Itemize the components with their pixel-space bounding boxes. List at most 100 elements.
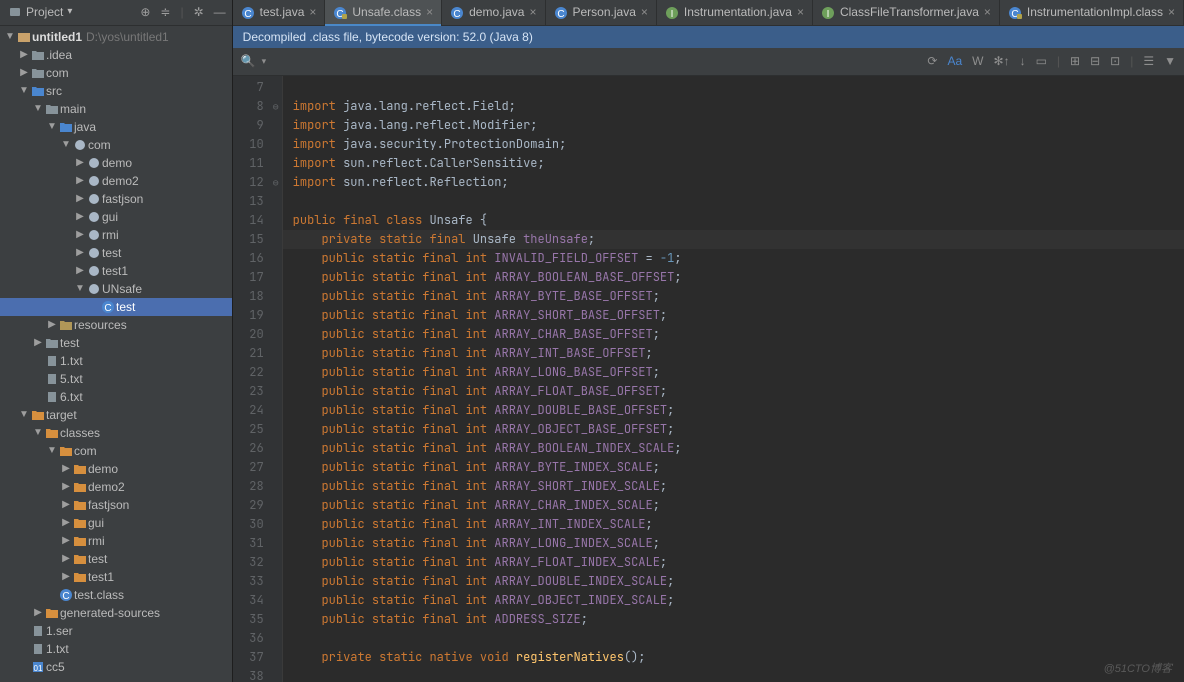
tree-node[interactable]: ▼target — [0, 406, 232, 424]
tree-node[interactable]: ▼main — [0, 100, 232, 118]
code-line[interactable]: import sun.reflect.Reflection; — [293, 173, 1184, 192]
code-line[interactable]: import java.security.ProtectionDomain; — [293, 135, 1184, 154]
code-line[interactable]: public static final int INVALID_FIELD_OF… — [293, 249, 1184, 268]
tree-node[interactable]: ▶test1 — [0, 262, 232, 280]
tree-node[interactable]: Ctest — [0, 298, 232, 316]
code-line[interactable]: public static final int ARRAY_BYTE_BASE_… — [293, 287, 1184, 306]
line-number[interactable]: 35 — [233, 610, 282, 629]
code-content[interactable]: import java.lang.reflect.Field;import ja… — [283, 76, 1184, 682]
project-dropdown[interactable]: Project ▾ — [0, 5, 140, 19]
code-line[interactable] — [293, 629, 1184, 648]
editor-tab[interactable]: IClassFileTransformer.java× — [813, 0, 1000, 25]
line-number[interactable]: 37 — [233, 648, 282, 667]
line-number[interactable]: 23 — [233, 382, 282, 401]
match-case-toggle[interactable]: Aa — [947, 54, 962, 68]
code-line[interactable]: public static final int ARRAY_DOUBLE_IND… — [293, 572, 1184, 591]
words-toggle[interactable]: W — [972, 54, 983, 68]
line-number[interactable]: 8 — [233, 97, 282, 116]
tree-node[interactable]: ▶demo2 — [0, 172, 232, 190]
add-selection-icon[interactable]: ⊞ — [1070, 54, 1080, 68]
code-line[interactable]: public static final int ARRAY_CHAR_BASE_… — [293, 325, 1184, 344]
tree-node[interactable]: ▶gui — [0, 208, 232, 226]
minimize-icon[interactable]: — — [214, 5, 226, 19]
locate-icon[interactable]: ⊕ — [140, 5, 150, 19]
line-number[interactable]: 19 — [233, 306, 282, 325]
toggle-icon[interactable]: ⊡ — [1110, 54, 1120, 68]
line-number[interactable]: 14 — [233, 211, 282, 230]
line-number[interactable]: 12 — [233, 173, 282, 192]
line-number[interactable]: 27 — [233, 458, 282, 477]
code-viewport[interactable]: 7891011121314151617181920212223242526272… — [233, 76, 1184, 682]
line-number[interactable]: 7 — [233, 78, 282, 97]
editor-tab[interactable]: CInstrumentationImpl.class× — [1000, 0, 1184, 25]
line-number[interactable]: 24 — [233, 401, 282, 420]
tree-node[interactable]: ▼src — [0, 82, 232, 100]
tree-node[interactable]: ▶test — [0, 334, 232, 352]
line-number[interactable]: 9 — [233, 116, 282, 135]
close-icon[interactable]: × — [529, 5, 536, 19]
line-number[interactable]: 31 — [233, 534, 282, 553]
code-line[interactable]: public static final int ARRAY_FLOAT_BASE… — [293, 382, 1184, 401]
line-number[interactable]: 18 — [233, 287, 282, 306]
code-line[interactable]: public static final int ARRAY_INT_BASE_O… — [293, 344, 1184, 363]
close-icon[interactable]: × — [984, 5, 991, 19]
code-line[interactable]: public static final int ADDRESS_SIZE; — [293, 610, 1184, 629]
tree-node[interactable]: ▼com — [0, 136, 232, 154]
tree-node[interactable]: ▶demo — [0, 154, 232, 172]
tree-node[interactable]: ▶fastjson — [0, 190, 232, 208]
remove-selection-icon[interactable]: ⊟ — [1090, 54, 1100, 68]
tree-node[interactable]: ▶rmi — [0, 532, 232, 550]
line-number[interactable]: 33 — [233, 572, 282, 591]
line-number[interactable]: 34 — [233, 591, 282, 610]
line-number[interactable]: 25 — [233, 420, 282, 439]
tree-node[interactable]: Ctest.class — [0, 586, 232, 604]
tree-node[interactable]: 1.txt — [0, 640, 232, 658]
tree-node[interactable]: ▼UNsafe — [0, 280, 232, 298]
gear-icon[interactable]: ✲ — [194, 5, 204, 19]
code-line[interactable] — [293, 192, 1184, 211]
code-line[interactable]: public static final int ARRAY_OBJECT_BAS… — [293, 420, 1184, 439]
line-number[interactable]: 17 — [233, 268, 282, 287]
code-line[interactable]: public static final int ARRAY_BYTE_INDEX… — [293, 458, 1184, 477]
line-number[interactable]: 32 — [233, 553, 282, 572]
line-number[interactable]: 28 — [233, 477, 282, 496]
close-icon[interactable]: × — [309, 5, 316, 19]
line-number[interactable]: 36 — [233, 629, 282, 648]
tree-node[interactable]: ▶test1 — [0, 568, 232, 586]
line-number[interactable]: 30 — [233, 515, 282, 534]
close-icon[interactable]: × — [797, 5, 804, 19]
code-line[interactable]: private static native void registerNativ… — [293, 648, 1184, 667]
code-line[interactable]: public static final int ARRAY_LONG_INDEX… — [293, 534, 1184, 553]
tree-node[interactable]: ▶fastjson — [0, 496, 232, 514]
tree-node[interactable]: ▶rmi — [0, 226, 232, 244]
next-match-icon[interactable]: ↓ — [1020, 54, 1026, 68]
line-number[interactable]: 29 — [233, 496, 282, 515]
line-gutter[interactable]: 7891011121314151617181920212223242526272… — [233, 76, 283, 682]
line-number[interactable]: 10 — [233, 135, 282, 154]
code-line[interactable]: public static final int ARRAY_BOOLEAN_BA… — [293, 268, 1184, 287]
code-line[interactable]: private static final Unsafe theUnsafe; — [283, 230, 1184, 249]
code-line[interactable]: import java.lang.reflect.Modifier; — [293, 116, 1184, 135]
code-line[interactable]: public static final int ARRAY_LONG_BASE_… — [293, 363, 1184, 382]
code-line[interactable]: public final class Unsafe { — [293, 211, 1184, 230]
line-number[interactable]: 15 — [233, 230, 282, 249]
line-number[interactable]: 22 — [233, 363, 282, 382]
tree-node[interactable]: 1.txt — [0, 352, 232, 370]
editor-tab[interactable]: CUnsafe.class× — [325, 0, 442, 25]
line-number[interactable]: 38 — [233, 667, 282, 682]
line-number[interactable]: 21 — [233, 344, 282, 363]
settings-icon[interactable]: ☰ — [1143, 54, 1154, 68]
code-line[interactable]: public static final int ARRAY_SHORT_BASE… — [293, 306, 1184, 325]
tree-node[interactable]: ▶resources — [0, 316, 232, 334]
editor-tab[interactable]: Cdemo.java× — [442, 0, 545, 25]
tree-node[interactable]: ▶.idea — [0, 46, 232, 64]
project-tree[interactable]: ▼untitled1D:\yos\untitled1▶.idea▶com▼src… — [0, 26, 232, 682]
tree-node[interactable]: ▶generated-sources — [0, 604, 232, 622]
code-line[interactable] — [293, 667, 1184, 682]
code-line[interactable]: public static final int ARRAY_DOUBLE_BAS… — [293, 401, 1184, 420]
dropdown-icon[interactable]: ▾ — [262, 56, 267, 67]
tree-node[interactable]: ▼java — [0, 118, 232, 136]
close-icon[interactable]: × — [1168, 5, 1175, 19]
tree-root[interactable]: ▼untitled1D:\yos\untitled1 — [0, 28, 232, 46]
code-line[interactable]: public static final int ARRAY_OBJECT_IND… — [293, 591, 1184, 610]
